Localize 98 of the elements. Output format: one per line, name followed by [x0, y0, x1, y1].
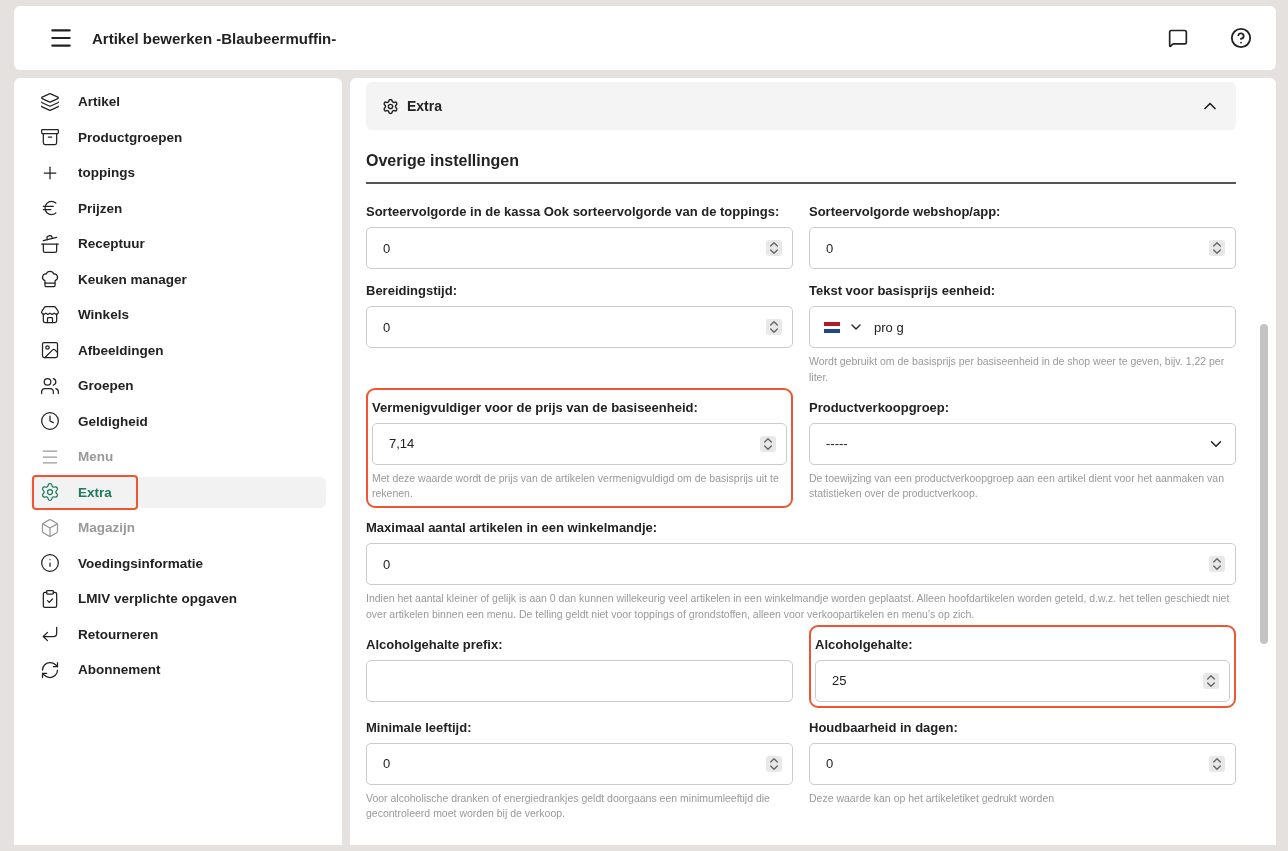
number-input: 0 — [824, 755, 1201, 772]
sidebar-item[interactable]: Productgroepen — [30, 121, 326, 153]
field-label: Sorteervolgorde webshop/app: — [809, 204, 1002, 219]
clipboard-check-icon — [40, 588, 60, 609]
field-label: Tekst voor basisprijs eenheid: — [809, 283, 997, 298]
field-label: Alcoholgehalte prefix: — [366, 636, 504, 652]
scrollbar[interactable] — [1260, 324, 1268, 644]
field-hint: Deze waarde kan op het artikeletiket gedrukt worden — [809, 790, 1056, 806]
sidebar-item[interactable]: toppings — [30, 157, 326, 189]
sidebar-label: Voedingsinformatie — [78, 555, 203, 571]
sidebar-label: Menu — [78, 449, 114, 465]
number-input: 7,14 — [387, 435, 752, 452]
number-input: 0 — [381, 239, 758, 257]
stack-icon — [40, 91, 60, 112]
clock-icon — [40, 411, 60, 432]
sidebar-item[interactable]: Groepen — [30, 370, 326, 402]
field-hint: De toewijzing van een productverkoopgroep aan een artikel dient voor het aanmaken van statistieken over de productverkoop. — [809, 470, 1226, 502]
pot-icon — [40, 233, 60, 254]
field-hint: Indien het aantal kleiner of gelijk is aan 0 dan kunnen willekeurig veel artikelen in een winkelmandje worden geplaatst. Alleen hoofdartikelen worden geteld, d.w.z. het tellen geschiedt niet over artikelen binnen een menu. De telling geldt niet voor toppings of grondstoffen, alleen voor verkoopartikelen en menu's op zich. — [366, 591, 1231, 622]
field-hint: Voor alcoholische dranken of energiedrankjes geldt doorgaans een minimumleeftijd die gecontroleerd moet worden bij de verkoop. — [366, 790, 771, 822]
stepper-icon[interactable] — [766, 755, 782, 772]
sidebar-label: Winkels — [78, 307, 129, 323]
sidebar-label: Extra — [78, 484, 112, 500]
sidebar-label: Abonnement — [78, 662, 161, 678]
sidebar-item[interactable]: Extra — [30, 476, 326, 508]
sidebar-label: Groepen — [78, 378, 134, 394]
sidebar-item[interactable]: Winkels — [30, 299, 326, 331]
sidebar-item[interactable]: LMIV verplichte opgaven — [30, 583, 326, 615]
sidebar-label: Artikel — [78, 94, 121, 110]
sidebar-item[interactable]: Prijzen — [30, 192, 326, 224]
archive-icon — [40, 127, 60, 148]
sidebar-item[interactable]: Afbeeldingen — [30, 334, 326, 366]
sidebar-item[interactable]: Abonnement — [30, 654, 326, 686]
flag-icon[interactable] — [824, 321, 840, 333]
stepper-icon[interactable] — [1209, 556, 1225, 572]
sidebar-item[interactable]: Geldigheid — [30, 405, 326, 437]
accordion-title: Extra — [407, 98, 444, 114]
settings-icon — [40, 482, 60, 503]
number-input: 0 — [381, 318, 758, 336]
sidebar-item[interactable]: Keuken manager — [30, 263, 326, 295]
input-field[interactable]: 0 — [809, 227, 1236, 269]
settings-icon — [382, 97, 399, 115]
field-label: Maximaal aantal artikelen in een winkelmandje: — [366, 520, 659, 535]
stepper-icon[interactable] — [766, 319, 782, 335]
field-label: Sorteervolgorde in de kassa Ook sorteervolgorde van de toppings: — [366, 204, 781, 219]
number-input: 0 — [824, 239, 1201, 257]
input-field[interactable] — [366, 659, 793, 702]
sidebar-label: LMIV verplichte opgaven — [78, 591, 238, 607]
chef-hat-icon — [40, 269, 60, 290]
stepper-icon[interactable] — [1209, 240, 1225, 256]
input-field[interactable]: 0 — [809, 742, 1236, 785]
image-icon — [40, 340, 60, 361]
sidebar-label: Prijzen — [78, 200, 123, 216]
input-field[interactable]: 7,14 — [372, 422, 787, 465]
stepper-icon[interactable] — [1203, 672, 1219, 689]
field-label: Alcoholgehalte: — [815, 636, 914, 652]
store-icon — [40, 304, 60, 325]
sidebar-label: Productgroepen — [78, 129, 183, 145]
input-field[interactable]: 25 — [815, 659, 1230, 702]
info-icon — [40, 553, 60, 574]
input-field[interactable]: pro g — [809, 306, 1236, 348]
page-title: Artikel bewerken -Blaubeermuffin- — [92, 29, 338, 47]
stepper-icon[interactable] — [1209, 755, 1225, 772]
field-label: Bereidingstijd: — [366, 283, 458, 298]
field-label: Houdbaarheid in dagen: — [809, 719, 959, 735]
stepper-icon[interactable] — [766, 240, 782, 256]
input-field[interactable]: 0 — [366, 742, 793, 785]
sidebar-item[interactable]: Voedingsinformatie — [30, 547, 326, 579]
text-input: pro g — [872, 318, 1225, 336]
sidebar-label: Retourneren — [78, 626, 159, 642]
field-label: Productverkoopgroep: — [809, 399, 951, 415]
sidebar-label: Afbeeldingen — [78, 342, 164, 358]
users-icon — [40, 375, 60, 396]
number-input: 0 — [381, 755, 758, 772]
field-label: Minimale leeftijd: — [366, 719, 473, 735]
section-heading: Overige instellingen — [366, 152, 1236, 184]
input-field[interactable]: 0 — [366, 543, 1236, 585]
sidebar-item[interactable]: Artikel — [30, 86, 326, 118]
input-field[interactable]: 0 — [366, 306, 793, 348]
sidebar-label: Geldigheid — [78, 413, 148, 429]
sidebar-item[interactable]: Receptuur — [30, 228, 326, 260]
stepper-icon[interactable] — [760, 435, 776, 452]
sidebar-label: toppings — [78, 165, 135, 181]
field-label: Vermenigvuldiger voor de prijs van de basiseenheid: — [372, 399, 699, 415]
box-icon — [40, 517, 60, 538]
number-input: 25 — [830, 672, 1195, 689]
select-value: ----- — [824, 435, 1199, 452]
input-field[interactable]: ----- — [809, 422, 1236, 465]
sidebar-label: Magazijn — [78, 520, 135, 536]
sidebar-label: Receptuur — [78, 236, 145, 252]
refresh-icon — [40, 659, 60, 680]
accordion-header[interactable]: Extra — [366, 82, 1236, 130]
field-hint: Wordt gebruikt om de basisprijs per basiseenheid in de shop weer te geven, bijv. 1,22 per liter. — [809, 354, 1226, 385]
number-input: 0 — [381, 555, 1201, 573]
sidebar-label: Keuken manager — [78, 271, 187, 287]
field-hint: Met deze waarde wordt de prijs van de artikelen vermenigvuldigd om de basisprijs uit te rekenen. — [372, 470, 780, 502]
input-field[interactable]: 0 — [366, 227, 793, 269]
sidebar-item[interactable]: Retourneren — [30, 618, 326, 650]
